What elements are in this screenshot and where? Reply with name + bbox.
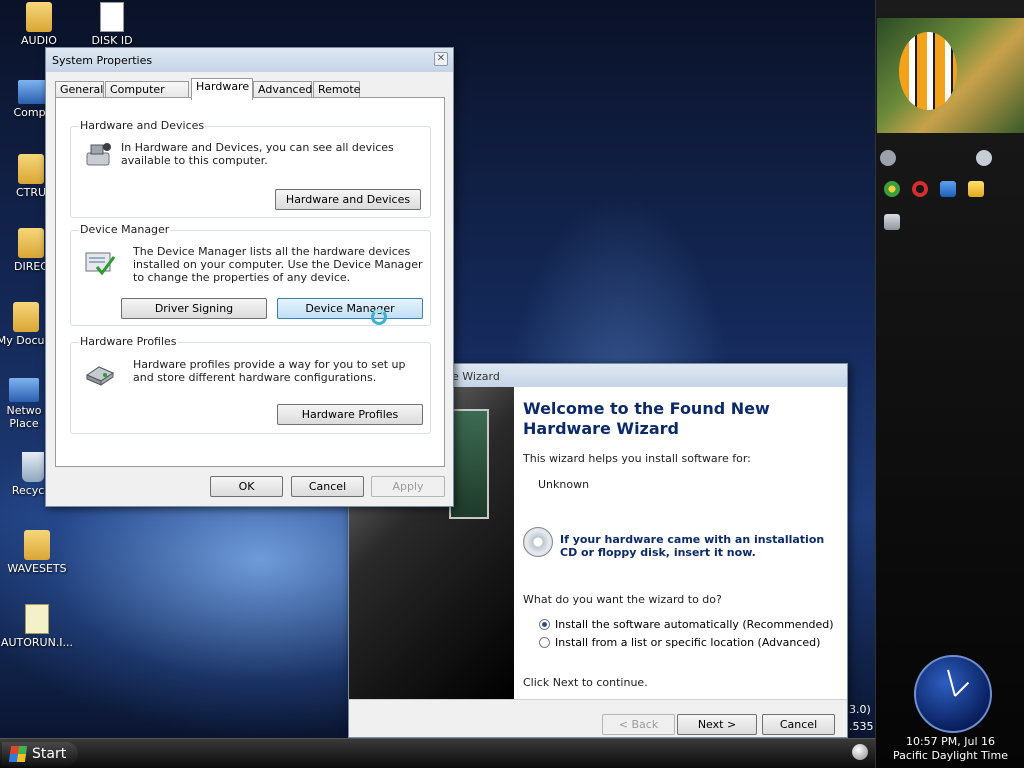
cd-prompt: If your hardware came with an installati… (560, 533, 825, 559)
documents-icon (13, 302, 39, 332)
drive-check-icon[interactable] (884, 214, 900, 230)
notes-icon[interactable] (968, 181, 984, 197)
clock-timezone: Pacific Daylight Time (893, 749, 1008, 762)
chat-bubbles-icon[interactable] (976, 150, 992, 166)
device-manager-button[interactable]: Device Manager (277, 298, 423, 319)
start-label: Start (32, 746, 67, 762)
desktop-icon-label: WAVESETS (7, 562, 67, 575)
desktop-icon-autorun[interactable]: AUTORUN.I... (0, 604, 74, 649)
device-name: Unknown (538, 478, 590, 491)
ok-button[interactable]: OK (210, 476, 283, 497)
file-icon (100, 2, 124, 32)
apply-button[interactable]: Apply (371, 476, 445, 497)
wizard-footer: < Back Next > Cancel (349, 699, 847, 737)
slideshow-gadget[interactable] (877, 18, 1024, 133)
system-properties-window: System Properties ✕ General Computer Nam… (45, 47, 454, 507)
radio-install-from-list[interactable]: Install from a list or specific location… (539, 636, 820, 649)
wizard-heading: Welcome to the Found New Hardware Wizard (523, 399, 770, 438)
hardware-profiles-button[interactable]: Hardware Profiles (277, 404, 423, 425)
hardware-and-devices-group: Hardware and Devices In Hardware and Dev… (70, 119, 431, 218)
desktop-icon-label: Netwo Place (6, 404, 42, 430)
background-window-text: 3.0) (849, 703, 871, 716)
feed-gadget-row (880, 150, 992, 166)
wizard-question: What do you want the wizard to do? (523, 593, 722, 606)
group-description: In Hardware and Devices, you can see all… (121, 141, 394, 167)
desktop-icon-label: DISK ID (91, 34, 133, 47)
desktop-icon-disk-id[interactable]: DISK ID (75, 2, 149, 47)
desktop-icon-label: AUTORUN.I... (0, 636, 74, 649)
recycle-bin-icon (22, 452, 44, 482)
taskbar: Start (0, 738, 875, 768)
drive-gadget-row (884, 214, 900, 230)
next-button[interactable]: Next > (677, 714, 757, 735)
group-title: Hardware Profiles (79, 335, 178, 348)
clock-hand (947, 669, 956, 697)
chrome-icon[interactable] (884, 181, 900, 197)
windows-sidebar: 10:57 PM, Jul 16 Pacific Daylight Time (875, 0, 1024, 768)
desktop-icon-label: CTRU (15, 186, 47, 199)
back-button[interactable]: < Back (602, 714, 675, 735)
hardware-card-image (449, 409, 489, 519)
device-manager-icon (85, 252, 116, 276)
tray-orb-icon[interactable] (852, 744, 868, 760)
radio-label: Install from a list or specific location… (555, 636, 821, 649)
folder-icon (26, 2, 52, 32)
desktop-icon-audio[interactable]: AUDIO (2, 2, 76, 47)
hardware-devices-icon (86, 143, 111, 166)
hardware-profiles-icon (85, 366, 115, 386)
folder-icon (18, 154, 44, 184)
launcher-gadget-row (884, 181, 984, 197)
group-description: Hardware profiles provide a way for you … (133, 358, 406, 384)
system-properties-titlebar[interactable]: System Properties ✕ (46, 48, 453, 72)
hardware-and-devices-button[interactable]: Hardware and Devices (275, 189, 421, 210)
clock-gadget[interactable] (914, 655, 992, 733)
chat-bubble-icon[interactable] (880, 150, 896, 166)
network-icon (9, 378, 39, 402)
desktop-icon-label: DIREC (14, 260, 48, 273)
computer-icon (18, 80, 48, 104)
window-icon[interactable] (940, 181, 956, 197)
group-title: Hardware and Devices (79, 119, 206, 132)
background-window-text: .535 (849, 720, 874, 733)
script-file-icon (25, 604, 49, 634)
cancel-button[interactable]: Cancel (291, 476, 364, 497)
busy-cursor-icon (371, 309, 387, 325)
radio-install-automatically[interactable]: Install the software automatically (Reco… (539, 618, 834, 631)
clock-hand (954, 681, 970, 697)
wizard-content: Welcome to the Found New Hardware Wizard… (514, 387, 847, 699)
hardware-profiles-group: Hardware Profiles Hardware profiles prov… (70, 335, 431, 434)
cd-icon (523, 527, 553, 557)
folder-icon (24, 530, 50, 560)
close-icon[interactable]: ✕ (434, 52, 448, 66)
desktop-icon-label: AUDIO (21, 34, 57, 47)
driver-signing-button[interactable]: Driver Signing (121, 298, 267, 319)
desktop-icon-wavesets[interactable]: WAVESETS (0, 530, 74, 575)
radio-dot[interactable] (539, 619, 550, 630)
opera-icon[interactable] (912, 181, 928, 197)
group-description: The Device Manager lists all the hardwar… (133, 245, 423, 284)
folder-icon (18, 228, 44, 258)
radio-dot[interactable] (539, 637, 550, 648)
windows-flag-icon (8, 746, 28, 762)
continue-text: Click Next to continue. (523, 676, 648, 689)
group-title: Device Manager (79, 223, 171, 236)
radio-label: Install the software automatically (Reco… (555, 618, 834, 631)
hardware-tab-panel: Hardware and Devices In Hardware and Dev… (55, 97, 445, 467)
wizard-cancel-button[interactable]: Cancel (762, 714, 835, 735)
wizard-intro: This wizard helps you install software f… (523, 452, 751, 465)
fish-photo (899, 32, 957, 110)
start-button[interactable]: Start (2, 742, 79, 766)
tab-hardware[interactable]: Hardware (191, 78, 253, 100)
clock-time: 10:57 PM, Jul 16 (905, 735, 996, 748)
window-title: System Properties (52, 54, 153, 67)
